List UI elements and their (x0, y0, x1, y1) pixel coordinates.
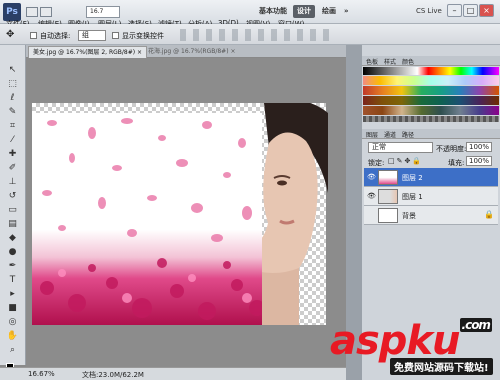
auto-select-label: 自动选择: (40, 32, 71, 40)
mini-bridge-icon[interactable] (40, 7, 52, 17)
status-doc-size: 文档:23.0M/62.2M (82, 371, 144, 379)
tab-document-2[interactable]: 花海.jpg @ 16.7%(RGB/8#) × (144, 46, 239, 58)
marquee-tool-icon[interactable]: ⬚ (5, 79, 20, 90)
close-icon[interactable]: × (479, 4, 494, 17)
flower-petals-layer (32, 113, 262, 325)
tab-paths[interactable]: 路径 (402, 130, 414, 139)
layer-thumbnail (378, 189, 398, 204)
opacity-label: 不透明度: (436, 145, 467, 153)
hand-tool-icon[interactable]: ✋ (5, 331, 20, 342)
blur-tool-icon[interactable]: ◆ (5, 233, 20, 244)
align-buttons[interactable] (180, 29, 330, 41)
tools-panel: ↖ ⬚ ℓ ✎ ⌗ ⁄ ✚ ✐ ⊥ ↺ ▭ ▤ ◆ ● ✒ T ▸ ■ ◎ ✋ … (0, 45, 26, 371)
stamp-tool-icon[interactable]: ⊥ (5, 177, 20, 188)
tab-swatches[interactable]: 色板 (366, 57, 378, 66)
gradient-tool-icon[interactable]: ▤ (5, 219, 20, 230)
eye-icon[interactable] (367, 211, 375, 219)
fill-field[interactable]: 100% (466, 156, 492, 166)
fill-label: 填充: (448, 159, 465, 167)
zoom-tool-icon[interactable]: ⌕ (5, 345, 20, 356)
healing-tool-icon[interactable]: ✚ (5, 149, 20, 160)
watermark-subtitle: 免费网站源码下载站! (390, 358, 493, 375)
workspace-drawing[interactable]: 绘画 (318, 5, 340, 18)
minimize-icon[interactable]: – (447, 4, 462, 17)
layer-thumbnail (378, 208, 398, 223)
type-tool-icon[interactable]: T (5, 275, 20, 286)
zoom-level-box[interactable]: 16.7 (86, 6, 120, 18)
layer-row-2[interactable]: 👁 图层 2 (364, 168, 498, 187)
layer-name: 图层 1 (402, 193, 423, 201)
document-tab-bar: 美女.jpg @ 16.7%(图层 2, RGB/8#) × 花海.jpg @ … (26, 45, 346, 58)
bridge-icon[interactable] (26, 7, 38, 17)
tab-color[interactable]: 颜色 (402, 57, 414, 66)
crop-tool-icon[interactable]: ⌗ (5, 121, 20, 132)
tab-styles[interactable]: 样式 (384, 57, 396, 66)
status-zoom[interactable]: 16.67% (28, 370, 55, 378)
status-bar: 16.67% 文档:23.0M/62.2M (0, 367, 346, 380)
layer-row-background[interactable]: 背景 🔒 (364, 206, 498, 225)
swatches-panel-header: 色板 样式 颜色 (362, 56, 500, 66)
quick-select-tool-icon[interactable]: ✎ (5, 107, 20, 118)
show-transform-label: 显示变换控件 (122, 32, 164, 40)
workspace-design[interactable]: 设计 (293, 5, 315, 18)
eye-icon[interactable]: 👁 (367, 173, 376, 181)
cs-live-button[interactable]: CS Live (412, 5, 446, 18)
tab-document-1[interactable]: 美女.jpg @ 16.7%(图层 2, RGB/8#) × (28, 46, 148, 58)
lock-icons[interactable]: □✎✥🔒 (388, 157, 423, 165)
workspace-more[interactable]: » (340, 5, 353, 18)
path-select-tool-icon[interactable]: ▸ (5, 289, 20, 300)
lock-label: 锁定: (368, 159, 385, 167)
3d-tool-icon[interactable]: ◎ (5, 317, 20, 328)
blend-mode-dropdown[interactable]: 正常 (368, 142, 433, 153)
maximize-icon[interactable]: □ (463, 4, 478, 17)
show-transform-checkbox[interactable] (112, 32, 119, 39)
move-tool-icon[interactable]: ↖ (5, 65, 20, 76)
shape-tool-icon[interactable]: ■ (5, 303, 20, 314)
move-tool-icon[interactable]: ✥ (6, 29, 14, 40)
layer-row-1[interactable]: 👁 图层 1 (364, 187, 498, 206)
history-brush-icon[interactable]: ↺ (5, 191, 20, 202)
layers-panel-header: 图层 通道 路径 (362, 129, 500, 139)
eye-icon[interactable]: 👁 (367, 192, 376, 200)
pen-tool-icon[interactable]: ✒ (5, 261, 20, 272)
layer-name: 图层 2 (402, 174, 423, 182)
layer-thumbnail (378, 170, 398, 185)
dodge-tool-icon[interactable]: ● (5, 247, 20, 258)
opacity-field[interactable]: 100% (466, 142, 492, 152)
eyedropper-tool-icon[interactable]: ⁄ (5, 135, 20, 146)
tab-channels[interactable]: 通道 (384, 130, 396, 139)
auto-select-checkbox[interactable] (30, 32, 37, 39)
lasso-tool-icon[interactable]: ℓ (5, 93, 20, 104)
lock-icon: 🔒 (484, 210, 494, 219)
workspace-basic[interactable]: 基本功能 (255, 5, 291, 18)
auto-select-dropdown[interactable]: 组 (78, 30, 106, 41)
layer-name: 背景 (402, 212, 416, 220)
swatches-grid[interactable] (363, 67, 499, 123)
brush-tool-icon[interactable]: ✐ (5, 163, 20, 174)
tab-layers[interactable]: 图层 (366, 130, 378, 139)
eraser-tool-icon[interactable]: ▭ (5, 205, 20, 216)
